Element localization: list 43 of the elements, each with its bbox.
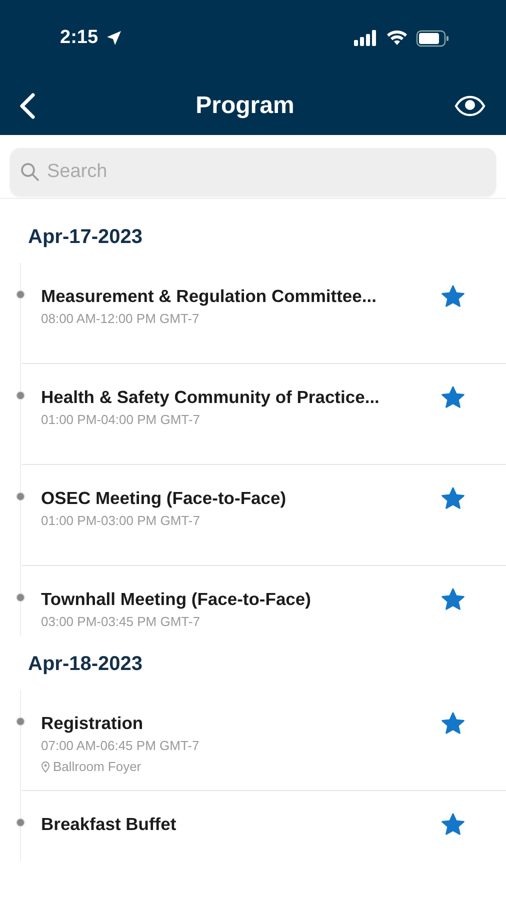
session-item[interactable]: Breakfast Buffet xyxy=(22,791,506,861)
back-button[interactable] xyxy=(18,92,36,120)
session-title: Health & Safety Community of Practice... xyxy=(41,386,380,408)
timeline-dot xyxy=(16,717,25,726)
signal-icon xyxy=(354,30,378,46)
session-item[interactable]: Health & Safety Community of Practice... 01:00 PM-04:00 PM GMT-7 xyxy=(22,364,506,465)
session-item[interactable]: Registration 07:00 AM-06:45 PM GMT-7 Ballroom Foyer xyxy=(22,690,506,791)
session-time: 03:00 PM-03:45 PM GMT-7 xyxy=(41,614,201,629)
location-arrow-icon xyxy=(106,30,122,46)
session-time: 01:00 PM-04:00 PM GMT-7 xyxy=(41,412,201,427)
page-title: Program xyxy=(196,92,294,120)
search-field[interactable]: Search xyxy=(10,148,496,196)
date-heading: Apr-18-2023 xyxy=(27,652,144,677)
search-icon xyxy=(20,162,40,182)
eye-button[interactable] xyxy=(454,94,486,116)
timeline-dot xyxy=(16,290,25,299)
timeline-dot xyxy=(16,492,25,501)
timeline-dot xyxy=(16,391,25,400)
session-title: Breakfast Buffet xyxy=(41,813,178,835)
star-button[interactable] xyxy=(441,588,465,611)
timeline-dot xyxy=(16,593,25,602)
session-title: Registration xyxy=(41,712,144,734)
star-button[interactable] xyxy=(441,285,465,308)
star-button[interactable] xyxy=(441,487,465,510)
date-heading: Apr-17-2023 xyxy=(27,225,144,250)
battery-icon xyxy=(416,30,450,46)
timeline-dot xyxy=(16,818,25,827)
session-title: OSEC Meeting (Face-to-Face) xyxy=(41,487,288,509)
session-item[interactable]: Measurement & Regulation Committee... 08:00 AM-12:00 PM GMT-7 xyxy=(22,263,506,364)
session-time: 01:00 PM-03:00 PM GMT-7 xyxy=(41,513,201,528)
wifi-icon xyxy=(386,30,408,46)
star-button[interactable] xyxy=(441,386,465,409)
session-title: Measurement & Regulation Committee... xyxy=(41,285,378,307)
location-pin-icon xyxy=(41,760,50,772)
star-button[interactable] xyxy=(441,813,465,836)
session-title: Townhall Meeting (Face-to-Face) xyxy=(41,588,312,610)
star-button[interactable] xyxy=(441,712,465,735)
session-item[interactable]: OSEC Meeting (Face-to-Face) 01:00 PM-03:00 PM GMT-7 xyxy=(22,465,506,566)
session-time: 08:00 AM-12:00 PM GMT-7 xyxy=(41,311,200,326)
session-location: Ballroom Foyer xyxy=(53,759,142,774)
clock-time: 2:15 xyxy=(60,27,98,49)
session-time: 07:00 AM-06:45 PM GMT-7 xyxy=(41,738,200,753)
session-item[interactable]: Townhall Meeting (Face-to-Face) 03:00 PM-03:45 PM GMT-7 xyxy=(22,566,506,636)
